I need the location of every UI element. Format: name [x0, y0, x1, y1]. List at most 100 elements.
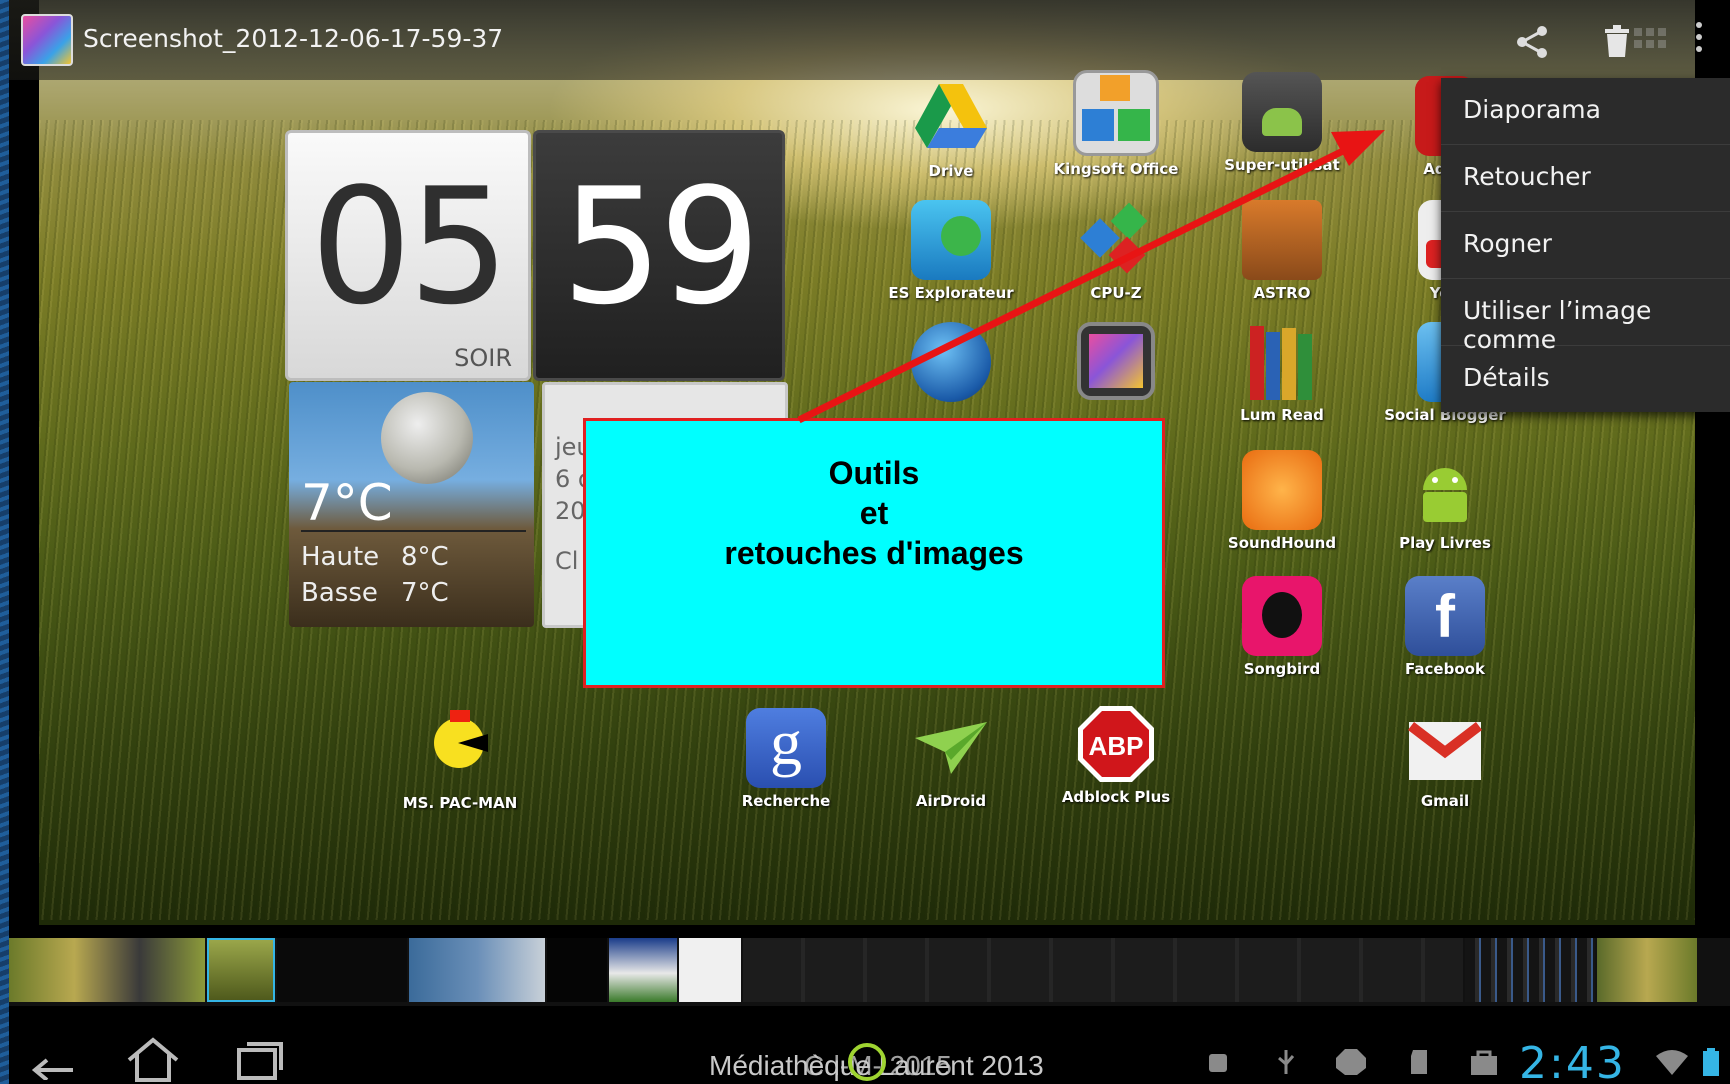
- android-debug-icon[interactable]: [1205, 1048, 1231, 1076]
- app-label: Facebook: [1405, 660, 1485, 678]
- callout-line-2: et: [859, 495, 889, 531]
- overflow-menu: Diaporama Retoucher Rogner Utiliser l’im…: [1441, 78, 1730, 412]
- low-label: Basse: [301, 578, 378, 608]
- play-books-icon: [1423, 468, 1467, 522]
- astro-icon: [1242, 200, 1322, 280]
- filmstrip-thumbnail[interactable]: [1465, 938, 1595, 1002]
- clock-hours-tile[interactable]: 05 SOIR: [285, 130, 531, 381]
- grid-view-icon[interactable]: [1634, 28, 1666, 50]
- pacman-icon: [430, 710, 490, 770]
- calendar-year: 20: [555, 497, 586, 525]
- gallery-app-icon[interactable]: [21, 14, 73, 66]
- status-clock[interactable]: 2:43: [1519, 1038, 1626, 1084]
- gallery-action-bar: Screenshot_2012-12-06-17-59-37: [9, 0, 1702, 80]
- svg-text:ABP: ABP: [1089, 731, 1144, 761]
- app-label: Super-utilisat: [1224, 156, 1340, 174]
- app-label: Play Livres: [1399, 534, 1491, 552]
- app-lum-read[interactable]: Lum Read: [1212, 322, 1352, 424]
- app-airdroid[interactable]: AirDroid: [881, 708, 1021, 810]
- app-label: AirDroid: [915, 792, 987, 810]
- frame-border: [0, 0, 9, 1084]
- store-bag-icon[interactable]: [1469, 1048, 1499, 1076]
- app-superuser[interactable]: Super-utilisat: [1212, 72, 1352, 174]
- usb-icon[interactable]: [1273, 1048, 1299, 1076]
- clock-minutes: 59: [561, 153, 761, 340]
- es-explorer-icon: [911, 200, 991, 280]
- filmstrip-thumbnail[interactable]: [609, 938, 677, 1002]
- office-icon: [1073, 70, 1159, 156]
- app-globe[interactable]: [881, 322, 1021, 406]
- screenshot-frame: Screenshot_2012-12-06-17-59-37 05 SOIR 5…: [0, 0, 1730, 1084]
- menu-item-label: Détails: [1463, 363, 1550, 392]
- app-songbird[interactable]: Songbird: [1212, 576, 1352, 678]
- callout-line-1: Outils: [828, 455, 920, 491]
- app-adblock[interactable]: ABP Adblock Plus: [1046, 704, 1186, 806]
- current-temperature: 7°C: [301, 474, 393, 532]
- globe-icon: [911, 322, 991, 402]
- menu-item-label: Retoucher: [1463, 162, 1591, 191]
- app-drive[interactable]: Drive: [881, 78, 1021, 180]
- filmstrip-thumbnail[interactable]: [9, 938, 205, 1002]
- cubes-icon: [1076, 200, 1156, 280]
- filmstrip-thumbnail[interactable]: [679, 938, 741, 1002]
- filmstrip-thumbnail[interactable]: [547, 938, 607, 1002]
- menu-item-retoucher[interactable]: Retoucher: [1441, 145, 1730, 212]
- app-gallery[interactable]: [1046, 322, 1186, 404]
- menu-item-utiliser-image[interactable]: Utiliser l’image comme: [1441, 279, 1730, 354]
- filmstrip[interactable]: [9, 938, 1730, 1006]
- app-office[interactable]: Kingsoft Office: [1046, 70, 1186, 178]
- menu-item-rogner[interactable]: Rogner: [1441, 212, 1730, 279]
- app-label: Songbird: [1243, 660, 1321, 678]
- app-gmail[interactable]: Gmail: [1375, 708, 1515, 810]
- high-value: 8°C: [401, 542, 449, 572]
- recent-apps-icon[interactable]: [235, 1040, 285, 1080]
- drive-icon: [915, 84, 987, 148]
- sd-card-icon[interactable]: [1407, 1048, 1433, 1076]
- menu-item-label: Rogner: [1463, 229, 1552, 258]
- overflow-menu-icon[interactable]: [1694, 22, 1704, 58]
- battery-icon[interactable]: [1701, 1048, 1721, 1076]
- clock-minutes-tile[interactable]: 59: [533, 130, 785, 381]
- filmstrip-thumbnail-selected[interactable]: [207, 938, 275, 1002]
- file-title: Screenshot_2012-12-06-17-59-37: [83, 24, 504, 53]
- back-icon[interactable]: [23, 1040, 75, 1080]
- app-label: Drive: [928, 162, 974, 180]
- app-label: ASTRO: [1253, 284, 1311, 302]
- songbird-icon: [1242, 576, 1322, 656]
- clock-period: SOIR: [454, 344, 512, 372]
- app-soundhound[interactable]: SoundHound: [1212, 450, 1352, 552]
- app-label: ES Explorateur: [888, 284, 1014, 302]
- annotation-callout: Outils et retouches d'images: [583, 418, 1165, 688]
- app-google-search[interactable]: g Recherche: [716, 707, 856, 810]
- filmstrip-thumbnail[interactable]: [409, 938, 545, 1002]
- app-label: CPU-Z: [1090, 284, 1142, 302]
- app-facebook[interactable]: f Facebook: [1375, 576, 1515, 678]
- home-icon[interactable]: [125, 1036, 181, 1082]
- app-label: Lum Read: [1240, 406, 1324, 424]
- gmail-icon: [1407, 722, 1483, 780]
- trash-icon[interactable]: [1603, 24, 1631, 58]
- filmstrip-thumbnail[interactable]: [1597, 938, 1697, 1002]
- app-es-explorer[interactable]: ES Explorateur: [881, 200, 1021, 302]
- screenshot-notification-icon[interactable]: [847, 1042, 887, 1082]
- filmstrip-thumbnail-group[interactable]: [743, 938, 1463, 1002]
- app-label: Recherche: [741, 792, 831, 810]
- gallery-icon: [1077, 322, 1155, 400]
- adblock-icon: ABP: [1078, 706, 1154, 782]
- app-label: Adblock Plus: [1061, 788, 1171, 806]
- adblock-status-icon[interactable]: [1335, 1048, 1367, 1076]
- menu-item-diaporama[interactable]: Diaporama: [1441, 78, 1730, 145]
- app-astro[interactable]: ASTRO: [1212, 200, 1352, 302]
- weather-widget[interactable]: 7°C Haute 8°C Basse 7°C: [289, 382, 534, 627]
- app-ms-pacman[interactable]: MS. PAC-MAN: [390, 710, 530, 812]
- share-icon[interactable]: [1514, 24, 1550, 60]
- moon-icon: [381, 392, 473, 484]
- app-play-books[interactable]: Play Livres: [1375, 450, 1515, 552]
- airdroid-icon: [915, 722, 987, 774]
- wifi-icon[interactable]: [1655, 1048, 1689, 1076]
- filmstrip-thumbnail[interactable]: [277, 938, 407, 1002]
- google-search-icon: g: [746, 707, 826, 788]
- menu-item-details[interactable]: Détails: [1441, 346, 1730, 412]
- app-cpu[interactable]: CPU-Z: [1046, 200, 1186, 302]
- app-label: Kingsoft Office: [1053, 160, 1179, 178]
